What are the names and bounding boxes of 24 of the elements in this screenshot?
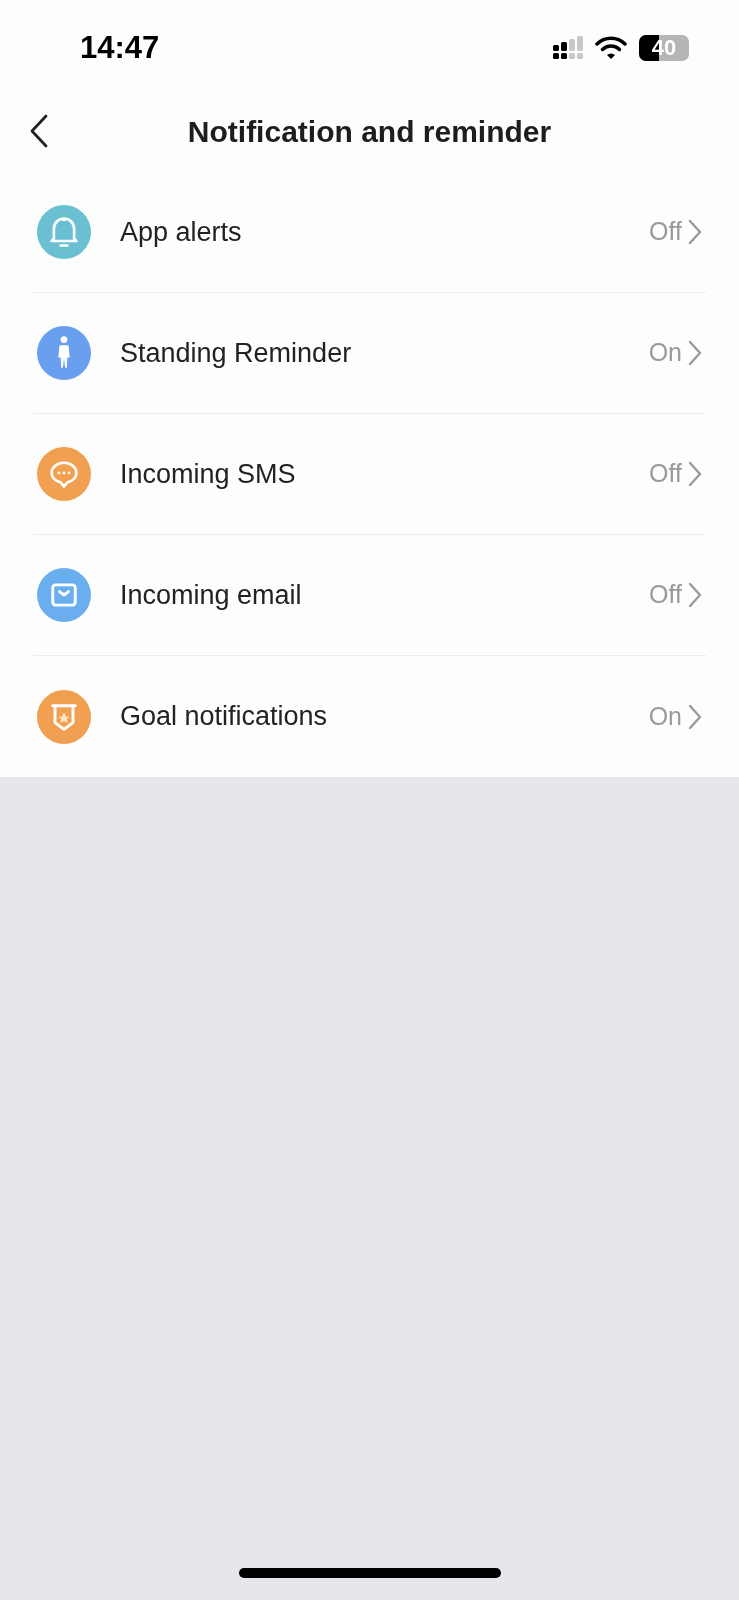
row-value: Off — [649, 216, 682, 248]
chevron-icon — [688, 582, 702, 608]
settings-row[interactable]: Incoming SMS Off — [33, 414, 706, 535]
chevron-icon — [688, 703, 702, 730]
settings-row[interactable]: App alerts Off — [33, 172, 706, 293]
row-label: Standing Reminder — [120, 336, 352, 370]
row-value: Off — [649, 579, 682, 611]
chevron-icon — [688, 461, 702, 487]
row-value: On — [648, 337, 682, 369]
row-label: App alerts — [120, 215, 242, 249]
row-label: Incoming email — [120, 578, 302, 612]
chevron-icon — [688, 340, 702, 366]
row-value: Off — [649, 458, 682, 490]
settings-row[interactable]: Goal notifications On — [33, 656, 706, 777]
settings-row[interactable]: Incoming email Off — [33, 535, 706, 656]
row-value: On — [648, 700, 682, 732]
status-time: 14:47 — [80, 28, 160, 67]
settings-row[interactable]: Standing Reminder On — [33, 293, 706, 414]
wifi-icon — [595, 36, 627, 60]
page-title: Notification and reminder — [187, 113, 552, 150]
chevron-icon — [688, 219, 702, 245]
row-label: Incoming SMS — [120, 457, 296, 491]
signal-icon — [553, 36, 583, 60]
row-label: Goal notifications — [120, 700, 328, 734]
